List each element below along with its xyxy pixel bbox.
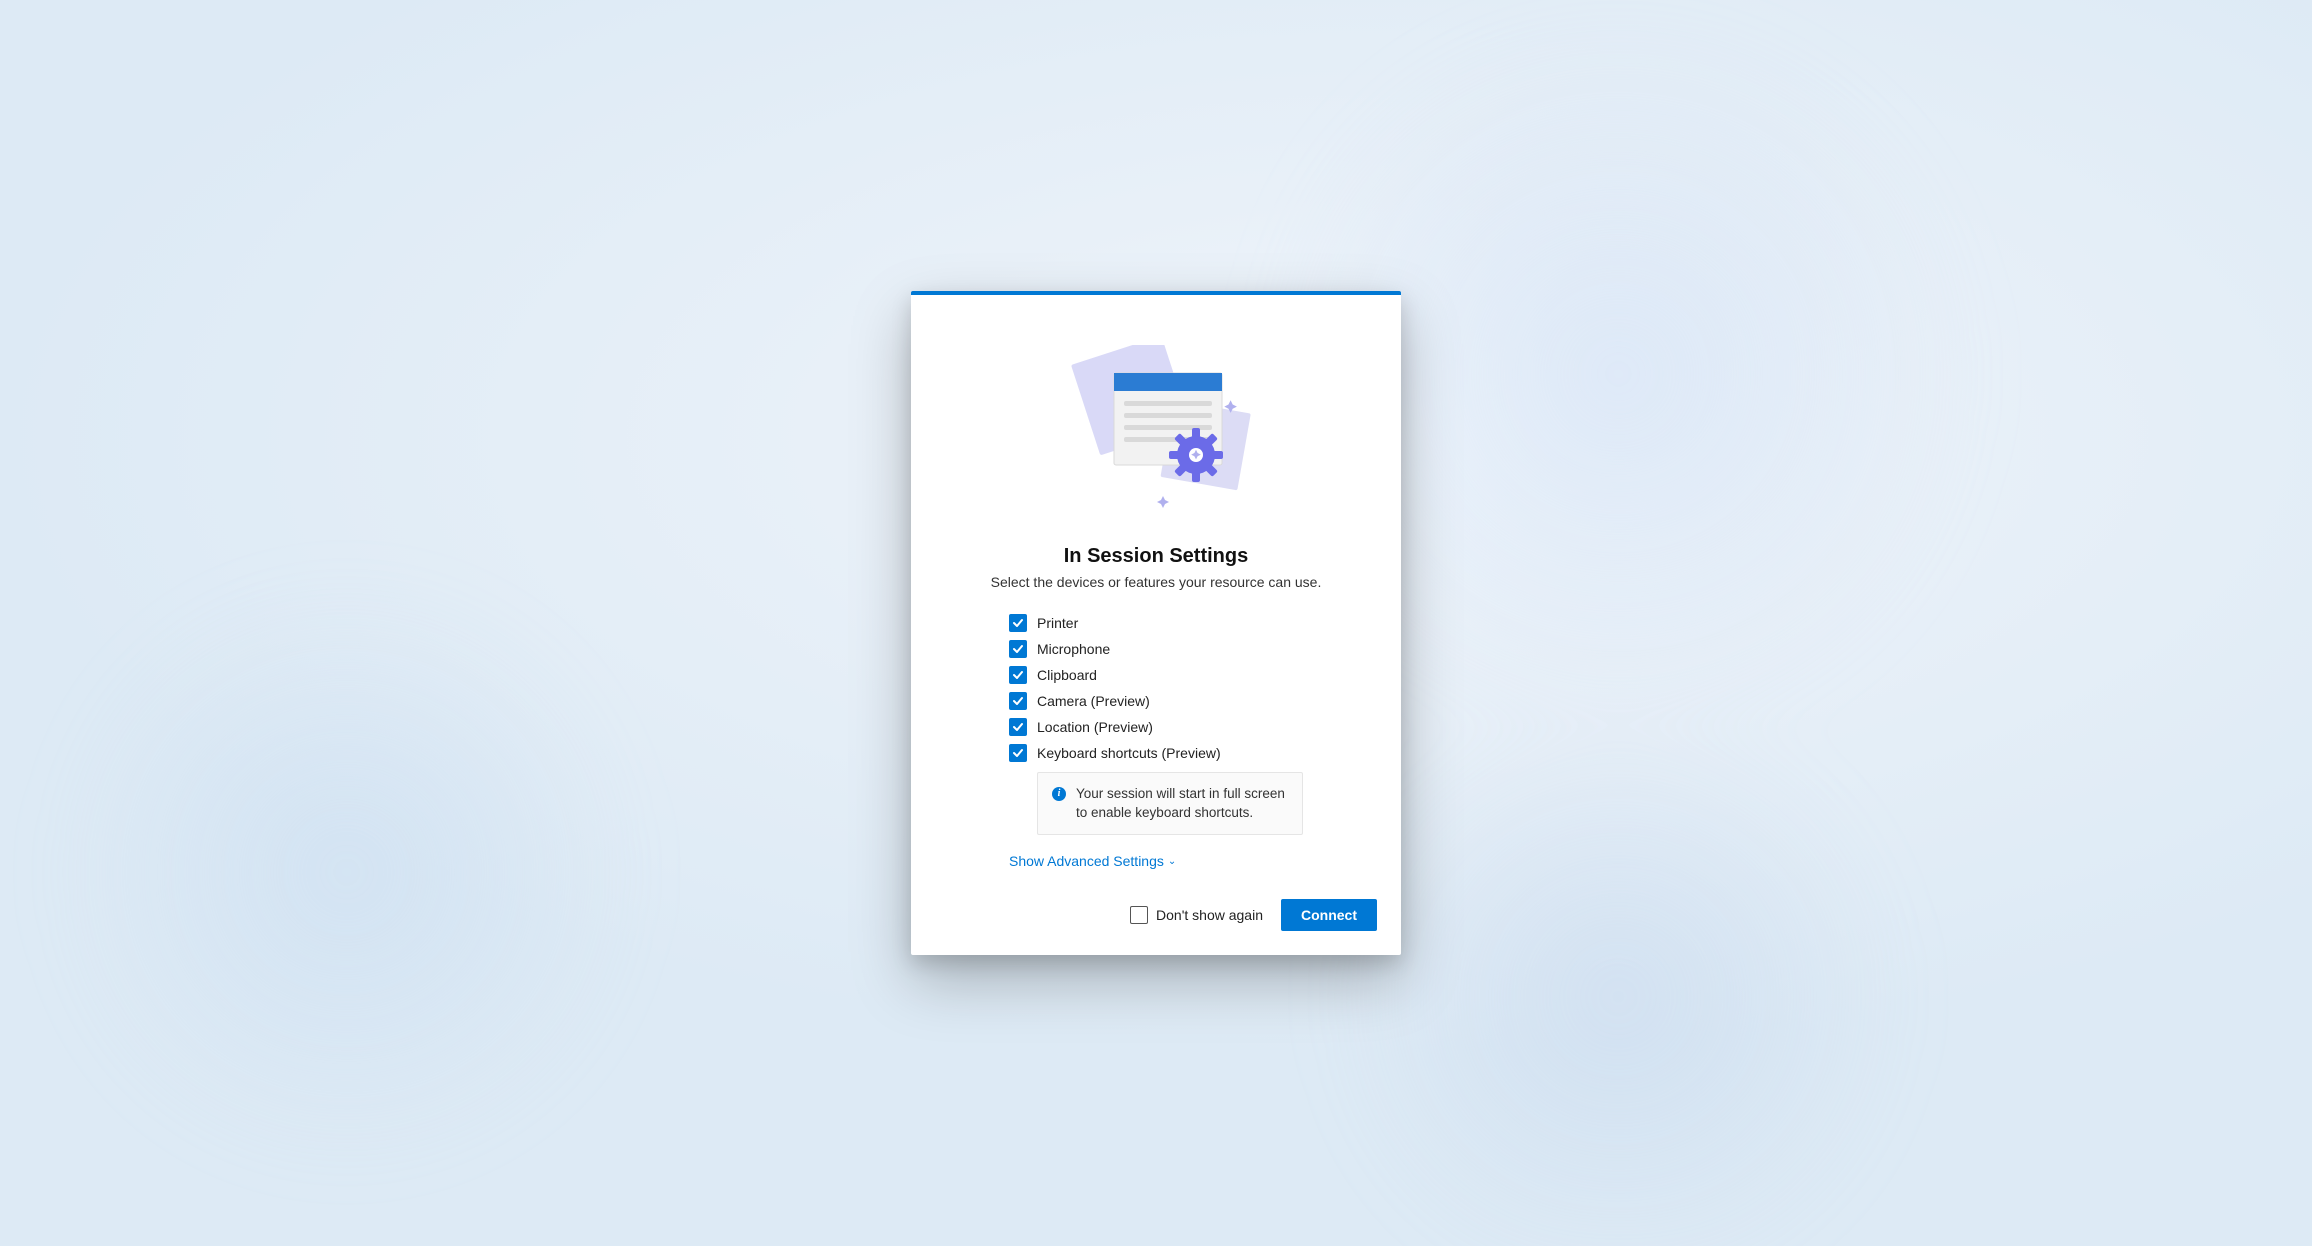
info-icon: i — [1052, 787, 1066, 801]
checkbox-keyboard-shortcuts[interactable] — [1009, 744, 1027, 762]
option-printer: Printer — [1009, 614, 1303, 632]
dont-show-again-label: Don't show again — [1156, 907, 1263, 923]
option-keyboard-shortcuts: Keyboard shortcuts (Preview) — [1009, 744, 1303, 762]
session-settings-dialog: In Session Settings Select the devices o… — [911, 291, 1401, 956]
checkbox-microphone[interactable] — [1009, 640, 1027, 658]
option-label: Clipboard — [1037, 667, 1097, 683]
show-advanced-settings-link[interactable]: Show Advanced Settings ⌄ — [911, 853, 1274, 869]
settings-illustration — [911, 295, 1401, 545]
option-label: Keyboard shortcuts (Preview) — [1037, 745, 1221, 761]
checkbox-printer[interactable] — [1009, 614, 1027, 632]
options-list: Printer Microphone Clipboard Camera (Pre… — [911, 614, 1401, 836]
dialog-subtitle: Select the devices or features your reso… — [911, 574, 1401, 590]
checkbox-clipboard[interactable] — [1009, 666, 1027, 684]
option-location: Location (Preview) — [1009, 718, 1303, 736]
option-label: Microphone — [1037, 641, 1110, 657]
option-microphone: Microphone — [1009, 640, 1303, 658]
advanced-link-label: Show Advanced Settings — [1009, 853, 1164, 869]
chevron-down-icon: ⌄ — [1168, 856, 1176, 867]
option-clipboard: Clipboard — [1009, 666, 1303, 684]
option-label: Camera (Preview) — [1037, 693, 1150, 709]
dialog-title: In Session Settings — [911, 545, 1401, 568]
option-label: Location (Preview) — [1037, 719, 1153, 735]
info-box: i Your session will start in full screen… — [1037, 772, 1303, 836]
info-message: Your session will start in full screen t… — [1076, 785, 1288, 823]
option-label: Printer — [1037, 615, 1078, 631]
dont-show-again[interactable]: Don't show again — [1130, 906, 1263, 924]
option-camera: Camera (Preview) — [1009, 692, 1303, 710]
connect-button[interactable]: Connect — [1281, 899, 1377, 931]
checkbox-dont-show-again[interactable] — [1130, 906, 1148, 924]
dialog-footer: Don't show again Connect — [911, 871, 1401, 931]
checkbox-location[interactable] — [1009, 718, 1027, 736]
checkbox-camera[interactable] — [1009, 692, 1027, 710]
